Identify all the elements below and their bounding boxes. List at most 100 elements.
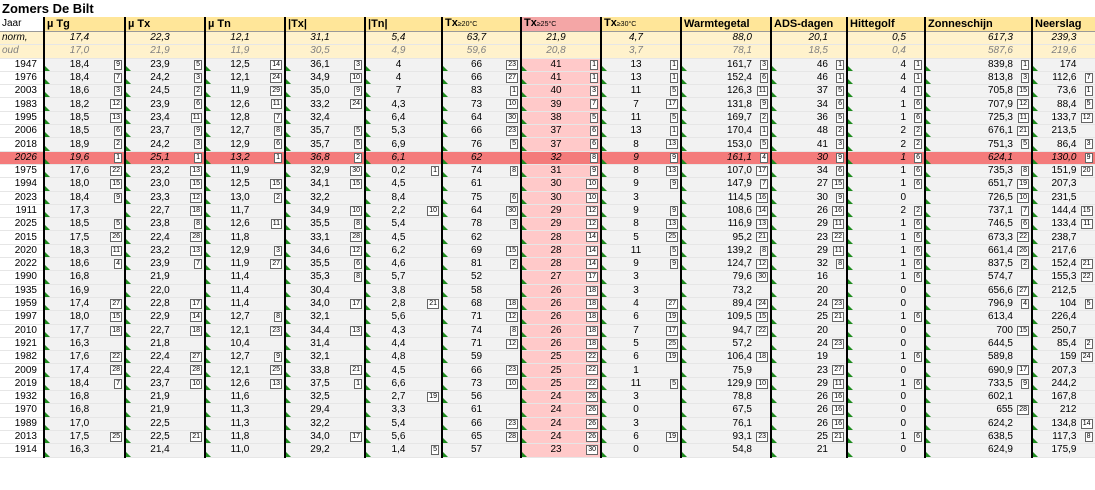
year-cell[interactable]: 1911 xyxy=(0,204,45,219)
cell-tx30[interactable]: 99 xyxy=(600,151,682,165)
cell-tx[interactable]: 21,9 xyxy=(124,390,206,405)
cell-warm[interactable]: 161,7 3 xyxy=(680,58,772,72)
cell-tnabs[interactable]: 6,6 xyxy=(364,377,443,392)
cell-neer[interactable]: 73,6 1 xyxy=(1031,84,1095,99)
cell-warm[interactable]: 131,8 9 xyxy=(680,97,772,112)
cell-tnabs[interactable]: 8,4 xyxy=(364,191,443,205)
oud-cell[interactable]: 587,6 xyxy=(924,44,1033,59)
header-jaar[interactable]: Jaar xyxy=(0,17,45,32)
cell-tx20[interactable]: 71 12 xyxy=(441,337,522,352)
cell-ads[interactable]: 29 11 xyxy=(770,217,848,232)
cell-warm[interactable]: 73,2 xyxy=(680,284,772,298)
cell-hitte[interactable]: 41 xyxy=(846,58,926,72)
cell-tx30[interactable]: 3 xyxy=(600,390,682,405)
cell-tg[interactable]: 18,4 9 xyxy=(43,191,126,205)
norm-cell[interactable]: 239,3 xyxy=(1031,31,1095,46)
header-tnabs[interactable]: |Tn| xyxy=(364,17,443,32)
cell-tn[interactable]: 11,9 xyxy=(204,164,286,179)
cell-tn[interactable]: 12,7 8 xyxy=(204,310,286,325)
cell-ads[interactable]: 20 xyxy=(770,324,848,338)
cell-neer[interactable]: 133,7 12 xyxy=(1031,111,1095,126)
cell-tx30[interactable]: 11 5 xyxy=(600,84,682,99)
cell-tnabs[interactable]: 6,1 xyxy=(364,151,443,165)
cell-neer[interactable]: 133,4 11 xyxy=(1031,217,1095,232)
cell-hitte[interactable]: 0 xyxy=(846,284,926,298)
cell-tnabs[interactable]: 5,6 xyxy=(364,430,443,445)
header-tg[interactable]: µ Tg xyxy=(43,17,126,32)
cell-hitte[interactable]: 0 xyxy=(846,390,926,405)
cell-tx20[interactable]: 73 10 xyxy=(441,377,522,392)
cell-tnabs[interactable]: 0,2 1 xyxy=(364,164,443,179)
cell-tx20[interactable]: 74 8 xyxy=(441,164,522,179)
cell-ads[interactable]: 46 1 xyxy=(770,71,848,86)
cell-tnabs[interactable]: 4,5 xyxy=(364,177,443,192)
cell-hitte[interactable]: 22 xyxy=(846,137,926,152)
cell-warm[interactable]: 54,8 xyxy=(680,443,772,458)
cell-tx[interactable]: 23,0 15 xyxy=(124,177,206,192)
cell-tg[interactable]: 18,5 6 xyxy=(43,124,126,139)
year-cell[interactable]: 1935 xyxy=(0,284,45,298)
cell-hitte[interactable]: 0 xyxy=(846,363,926,378)
oud-cell[interactable]: 78,1 xyxy=(680,44,772,59)
cell-txabs[interactable]: 34,6 12 xyxy=(284,244,366,259)
cell-tnabs[interactable]: 5,3 xyxy=(364,124,443,139)
cell-tnabs[interactable]: 4,3 xyxy=(364,97,443,112)
cell-tx30[interactable]: 4 27 xyxy=(600,297,682,312)
year-cell[interactable]: 1989 xyxy=(0,417,45,431)
cell-tx20[interactable]: 64 30 xyxy=(441,204,522,219)
cell-tx20[interactable]: 68 18 xyxy=(441,297,522,312)
cell-neer[interactable]: 86,4 3 xyxy=(1031,137,1095,152)
cell-ads[interactable]: 20 xyxy=(770,284,848,298)
cell-ads[interactable]: 30 9 xyxy=(770,151,848,165)
cell-hitte[interactable]: 16 xyxy=(846,377,926,392)
cell-tx20[interactable]: 66 23 xyxy=(441,58,522,72)
year-cell[interactable]: 1997 xyxy=(0,310,45,325)
cell-tn[interactable]: 12,6 11 xyxy=(204,217,286,232)
cell-zon[interactable]: 733,5 9 xyxy=(924,377,1033,392)
cell-tnabs[interactable]: 4,5 xyxy=(364,363,443,378)
cell-zon[interactable]: 676,1 21 xyxy=(924,124,1033,139)
year-cell[interactable]: 1994 xyxy=(0,177,45,192)
cell-neer[interactable]: 130,0 9 xyxy=(1031,151,1095,165)
cell-zon[interactable]: 673,3 22 xyxy=(924,230,1033,245)
cell-ads[interactable]: 24 23 xyxy=(770,337,848,352)
cell-ads[interactable]: 26 16 xyxy=(770,390,848,405)
cell-tx25[interactable]: 32 8 xyxy=(520,151,602,165)
cell-ads[interactable]: 26 16 xyxy=(770,403,848,418)
cell-tn[interactable]: 11,9 27 xyxy=(204,257,286,272)
cell-tx20[interactable]: 52 xyxy=(441,270,522,285)
cell-tx20[interactable]: 66 23 xyxy=(441,124,522,139)
cell-tn[interactable]: 12,6 11 xyxy=(204,97,286,112)
cell-zon[interactable]: 624,2 xyxy=(924,417,1033,431)
cell-tx30[interactable]: 13 1 xyxy=(600,71,682,86)
cell-txabs[interactable]: 33,8 21 xyxy=(284,363,366,378)
cell-tn[interactable]: 10,4 xyxy=(204,337,286,352)
cell-ads[interactable]: 34 6 xyxy=(770,97,848,112)
cell-tx[interactable]: 22,9 14 xyxy=(124,310,206,325)
cell-tx20[interactable]: 69 15 xyxy=(441,244,522,259)
cell-ads[interactable]: 36 5 xyxy=(770,111,848,126)
cell-tx[interactable]: 23,9 6 xyxy=(124,97,206,112)
cell-tx25[interactable]: 26 18 xyxy=(520,310,602,325)
cell-neer[interactable]: 85,4 2 xyxy=(1031,337,1095,352)
cell-tnabs[interactable]: 4,6 xyxy=(364,257,443,272)
cell-zon[interactable]: 690,9 17 xyxy=(924,363,1033,378)
cell-tn[interactable]: 13,2 1 xyxy=(204,151,286,165)
cell-txabs[interactable]: 33,1 28 xyxy=(284,230,366,245)
cell-txabs[interactable]: 32,2 xyxy=(284,417,366,431)
cell-tx[interactable]: 24,2 3 xyxy=(124,137,206,152)
cell-tx25[interactable]: 24 26 xyxy=(520,430,602,445)
cell-zon[interactable]: 837,5 2 xyxy=(924,257,1033,272)
oud-cell[interactable]: 3,7 xyxy=(600,44,682,59)
cell-hitte[interactable]: 16 xyxy=(846,270,926,285)
cell-tnabs[interactable]: 5,6 xyxy=(364,310,443,325)
cell-neer[interactable]: 151,9 20 xyxy=(1031,164,1095,179)
cell-ads[interactable]: 25 21 xyxy=(770,310,848,325)
cell-txabs[interactable]: 35,0 9 xyxy=(284,84,366,99)
cell-tx25[interactable]: 41 1 xyxy=(520,71,602,86)
cell-tx30[interactable]: 99 xyxy=(600,177,682,192)
cell-tnabs[interactable]: 5,4 xyxy=(364,217,443,232)
cell-tx20[interactable]: 56 xyxy=(441,390,522,405)
cell-tx25[interactable]: 39 7 xyxy=(520,97,602,112)
norm-cell[interactable]: 12,1 xyxy=(204,31,286,46)
